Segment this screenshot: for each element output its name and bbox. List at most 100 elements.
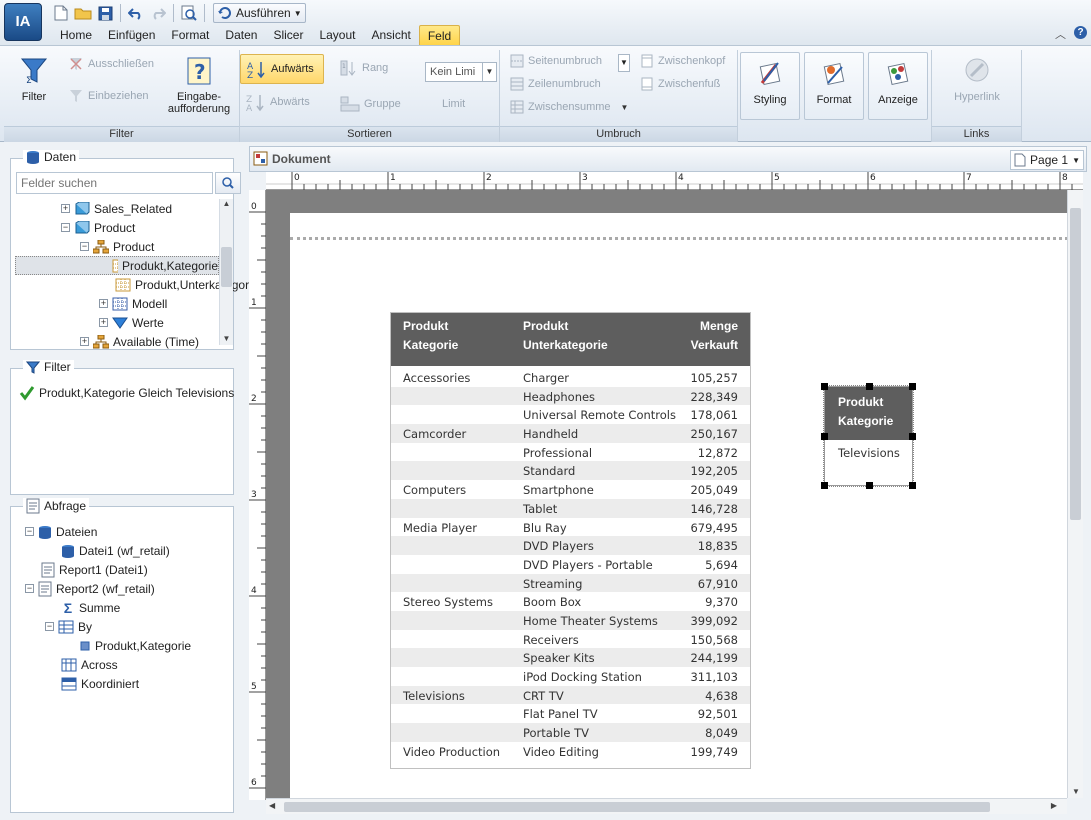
resize-handle[interactable] — [866, 383, 873, 390]
scrollbar-thumb[interactable] — [284, 802, 990, 812]
scroll-down-icon[interactable]: ▼ — [1068, 787, 1084, 796]
tab-insert[interactable]: Einfügen — [100, 25, 163, 45]
page-break-button[interactable]: Seitenumbruch — [510, 51, 602, 71]
tree-item-model[interactable]: + Modell — [99, 294, 167, 313]
resize-handle[interactable] — [821, 433, 828, 440]
table-row[interactable]: Receivers 150,568 — [391, 630, 750, 649]
table-row[interactable]: Home Theater Systems 399,092 — [391, 610, 750, 630]
scrollbar-thumb[interactable] — [221, 247, 232, 287]
app-logo[interactable]: IA — [4, 3, 42, 41]
chevron-down-icon[interactable]: ▼ — [621, 103, 629, 112]
query-item-report1[interactable]: Report1 (Datei1) — [41, 560, 148, 579]
chevron-down-icon[interactable]: ▼ — [1072, 156, 1080, 165]
tree-item-values[interactable]: + Werte — [99, 313, 164, 332]
filter-button[interactable]: Σ Filter — [14, 56, 54, 103]
column-header-category[interactable]: Produkt Kategorie — [403, 317, 458, 355]
resize-handle[interactable] — [821, 482, 828, 489]
table-row[interactable]: Portable TV 8,049 — [391, 723, 750, 742]
resize-handle[interactable] — [909, 433, 916, 440]
redo-icon[interactable] — [147, 3, 169, 23]
query-item-product-category[interactable]: Produkt,Kategorie — [79, 636, 191, 655]
resize-handle[interactable] — [909, 482, 916, 489]
data-tree-scrollbar[interactable]: ▲ ▼ — [219, 199, 233, 345]
table-row[interactable]: Professional 12,872 — [391, 443, 750, 462]
subfoot-button[interactable]: Zwischenfuß — [640, 74, 720, 94]
expand-icon[interactable]: + — [99, 318, 108, 327]
table-row[interactable]: iPod Docking Station 311,103 — [391, 667, 750, 686]
table-row[interactable]: Flat Panel TV 92,501 — [391, 704, 750, 723]
chevron-down-icon[interactable]: ▼ — [618, 54, 630, 72]
document-canvas[interactable]: Produkt Kategorie Produkt Unterkategorie… — [266, 190, 1067, 798]
hyperlink-button[interactable]: Hyperlink — [946, 56, 1008, 103]
expand-icon[interactable]: + — [61, 204, 70, 213]
table-row[interactable]: DVD Players - Portable 5,694 — [391, 555, 750, 574]
table-row[interactable]: DVD Players 18,835 — [391, 536, 750, 555]
scroll-left-icon[interactable]: ◀ — [269, 801, 275, 810]
exclude-button[interactable]: Ausschließen — [68, 54, 154, 74]
table-row[interactable]: Video Production Video Editing 199,749 — [391, 742, 750, 761]
collapse-icon[interactable]: − — [61, 223, 70, 232]
query-item-by[interactable]: − By — [45, 617, 92, 636]
resize-handle[interactable] — [866, 482, 873, 489]
page-selector[interactable]: Page 1 ▼ — [1010, 150, 1084, 170]
column-header-subcategory[interactable]: Produkt Unterkategorie — [523, 317, 608, 355]
table-row[interactable]: Stereo Systems Boom Box 9,370 — [391, 592, 750, 611]
search-button[interactable] — [215, 172, 241, 194]
tree-item-product-dimension[interactable]: − Product — [61, 218, 135, 237]
tab-format[interactable]: Format — [163, 25, 217, 45]
document-vertical-scrollbar[interactable]: ▼ — [1067, 190, 1083, 798]
scroll-up-icon[interactable]: ▲ — [220, 199, 233, 208]
chevron-down-icon[interactable]: ▼ — [482, 63, 496, 81]
subtotal-button[interactable]: Zwischensumme ▼ — [510, 97, 628, 117]
query-item-coordinated[interactable]: Koordiniert — [61, 674, 139, 693]
format-button[interactable]: Format — [804, 52, 864, 120]
query-item-file1[interactable]: Datei1 (wf_retail) — [61, 541, 170, 560]
undo-icon[interactable] — [125, 3, 147, 23]
subhead-button[interactable]: Zwischenkopf — [640, 51, 725, 71]
field-search-input[interactable] — [16, 172, 213, 194]
collapse-icon[interactable]: − — [25, 584, 34, 593]
table-row[interactable]: Computers Smartphone 205,049 — [391, 480, 750, 499]
chevron-down-icon[interactable]: ▼ — [294, 9, 302, 18]
tree-item-available-time[interactable]: + Available (Time) — [80, 332, 199, 351]
row-break-button[interactable]: Zeilenumbruch — [510, 74, 601, 94]
rank-button[interactable]: 1 Rang — [340, 58, 388, 78]
scrollbar-thumb[interactable] — [1070, 208, 1081, 520]
limit-select[interactable]: Kein Limi ▼ — [425, 62, 497, 82]
collapse-icon[interactable]: − — [45, 622, 54, 631]
table-row[interactable]: Streaming 67,910 — [391, 573, 750, 593]
styling-button[interactable]: Styling — [740, 52, 800, 120]
tree-item-sales-related[interactable]: + Sales_Related — [61, 199, 172, 218]
report-table[interactable]: Produkt Kategorie Produkt Unterkategorie… — [390, 312, 751, 770]
resize-handle[interactable] — [909, 383, 916, 390]
table-row[interactable]: Speaker Kits 244,199 — [391, 648, 750, 667]
tab-layout[interactable]: Layout — [311, 25, 363, 45]
collapse-ribbon-icon[interactable]: ︿ — [1055, 26, 1066, 42]
group-button[interactable]: Gruppe — [340, 94, 401, 114]
table-row[interactable]: Headphones 228,349 — [391, 386, 750, 406]
tab-field[interactable]: Feld — [418, 25, 461, 45]
display-button[interactable]: Anzeige — [868, 52, 928, 120]
document-page[interactable]: Produkt Kategorie Produkt Unterkategorie… — [290, 213, 1067, 798]
scroll-down-icon[interactable]: ▼ — [220, 334, 233, 343]
tab-home[interactable]: Home — [52, 25, 100, 45]
selected-field-component[interactable]: Produkt Kategorie Televisions — [821, 383, 916, 489]
tree-item-product-category[interactable]: Produkt,Kategorie — [15, 256, 219, 275]
sort-descending-button[interactable]: ZA Abwärts — [246, 92, 310, 112]
sort-ascending-button[interactable]: AZ Aufwärts — [240, 54, 324, 84]
collapse-icon[interactable]: − — [80, 242, 89, 251]
filter-condition[interactable]: Produkt,Kategorie Gleich Televisions — [19, 383, 234, 402]
table-row[interactable]: Standard 192,205 — [391, 461, 750, 481]
collapse-icon[interactable]: − — [25, 527, 34, 536]
table-row[interactable]: Media Player Blu Ray 679,495 — [391, 518, 750, 537]
new-document-icon[interactable] — [50, 3, 72, 23]
query-item-across[interactable]: Across — [61, 655, 118, 674]
table-row[interactable]: Camcorder Handheld 250,167 — [391, 424, 750, 443]
expand-icon[interactable]: + — [99, 299, 108, 308]
table-row[interactable]: Tablet 146,728 — [391, 498, 750, 518]
resize-handle[interactable] — [821, 383, 828, 390]
scroll-right-icon[interactable]: ▶ — [1051, 801, 1057, 810]
query-item-files[interactable]: − Dateien — [25, 522, 97, 541]
query-item-report2[interactable]: − Report2 (wf_retail) — [25, 579, 155, 598]
tree-item-product-subcategory[interactable]: Produkt,Unterkategorie — [115, 275, 258, 294]
